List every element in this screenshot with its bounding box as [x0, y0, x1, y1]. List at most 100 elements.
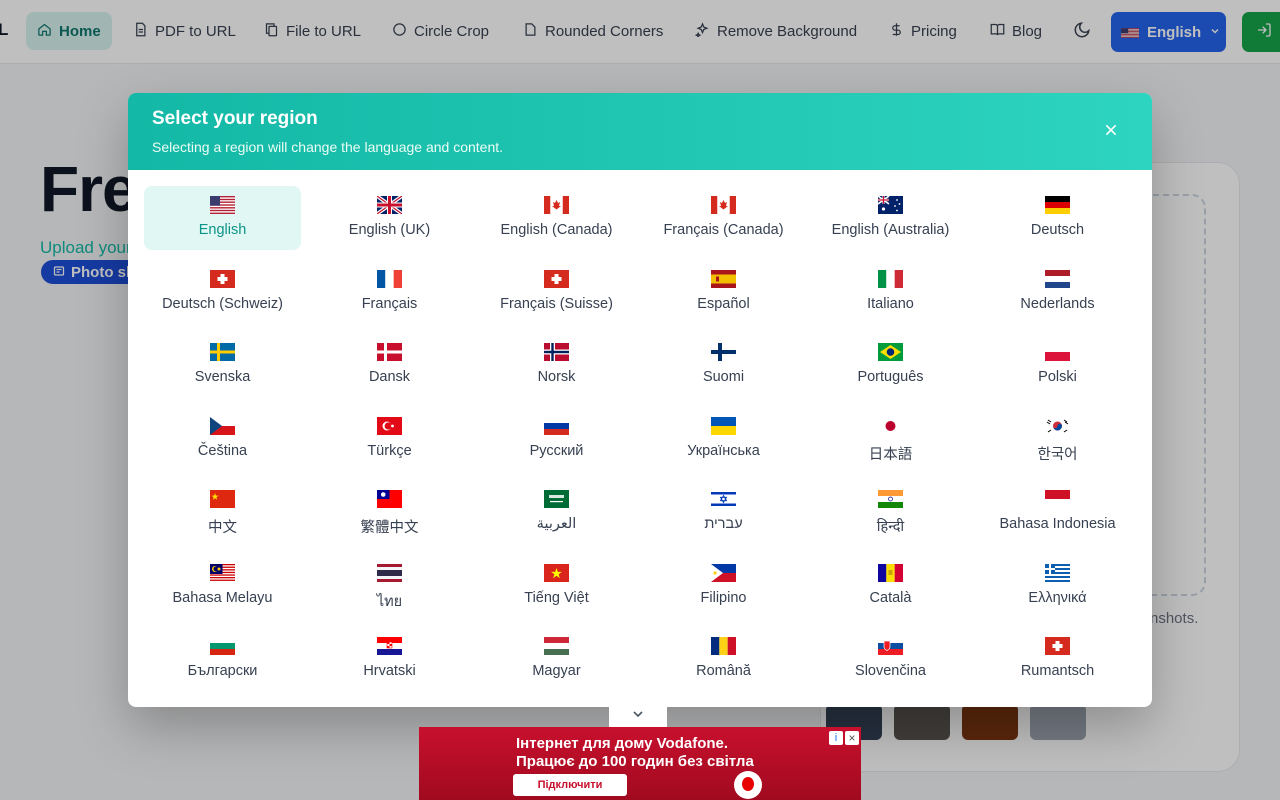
region-option-label: Rumantsch: [1020, 663, 1095, 679]
kr-flag-icon: [1045, 416, 1070, 435]
region-option-th[interactable]: ไทย: [311, 554, 468, 618]
region-option-fi[interactable]: Suomi: [645, 333, 802, 397]
region-option-label: Hrvatski: [363, 663, 416, 679]
region-option-ca[interactable]: Français (Canada): [645, 186, 802, 250]
region-option-my[interactable]: Bahasa Melayu: [144, 554, 301, 618]
region-option-label: Deutsch (Schweiz): [162, 295, 283, 312]
region-option-ph[interactable]: Filipino: [645, 554, 802, 618]
region-option-uk[interactable]: English (UK): [311, 186, 468, 250]
region-option-pl[interactable]: Polski: [979, 333, 1136, 397]
bg-flag-icon: [210, 637, 235, 655]
region-option-vn[interactable]: Tiếng Việt: [478, 554, 635, 618]
region-option-hu[interactable]: Magyar: [478, 627, 635, 691]
pl-flag-icon: [1045, 343, 1070, 361]
no-flag-icon: [544, 343, 569, 361]
region-option-ro[interactable]: Română: [645, 627, 802, 691]
it-flag-icon: [878, 269, 903, 288]
region-option-tr[interactable]: Türkçe: [311, 407, 468, 471]
region-option-it[interactable]: Italiano: [812, 260, 969, 324]
region-option-label: Suomi: [702, 369, 745, 385]
region-option-tw[interactable]: 繁體中文: [311, 480, 468, 544]
region-option-label: English (Australia): [831, 222, 950, 238]
region-option-ua[interactable]: Українська: [645, 407, 802, 471]
region-option-dk[interactable]: Dansk: [311, 333, 468, 397]
ca-flag-icon: [711, 196, 736, 214]
chevron-down-icon: [630, 706, 646, 727]
region-option-il[interactable]: עברית: [645, 480, 802, 544]
region-option-label: English: [198, 222, 247, 238]
sa-flag-icon: [544, 490, 569, 508]
region-option-de[interactable]: Deutsch: [979, 186, 1136, 250]
dk-flag-icon: [377, 343, 402, 361]
region-option-ch[interactable]: Rumantsch: [979, 627, 1136, 691]
region-option-cz[interactable]: Čeština: [144, 407, 301, 471]
region-option-jp[interactable]: 日本語: [812, 407, 969, 471]
region-option-ru[interactable]: Русский: [478, 407, 635, 471]
ca-flag-icon: [544, 196, 569, 214]
region-option-es[interactable]: Español: [645, 260, 802, 324]
region-option-kr[interactable]: 한국어: [979, 407, 1136, 471]
region-option-hr[interactable]: Hrvatski: [311, 627, 468, 691]
info-icon[interactable]: i: [829, 731, 843, 745]
br-flag-icon: [878, 343, 903, 361]
region-select-modal: Select your region Selecting a region wi…: [128, 93, 1152, 707]
region-option-sa[interactable]: العربية: [478, 480, 635, 544]
ch-flag-icon: [1045, 637, 1070, 655]
vodafone-logo-icon: [734, 771, 762, 799]
region-option-nl[interactable]: Nederlands: [979, 260, 1136, 324]
region-option-se[interactable]: Svenska: [144, 333, 301, 397]
region-option-label: Italiano: [867, 295, 914, 312]
region-option-label: हिन्दी: [876, 519, 905, 535]
region-grid: English English (UK) English (Canada) Franç…: [144, 186, 1136, 691]
region-option-ch[interactable]: Français (Suisse): [478, 260, 635, 324]
region-option-sk[interactable]: Slovenčina: [812, 627, 969, 691]
region-option-label: Français: [361, 295, 418, 312]
region-option-label: Español: [697, 295, 750, 312]
region-option-label: Русский: [529, 442, 584, 459]
region-option-label: Français (Canada): [663, 222, 784, 238]
ad-cta-button[interactable]: Підключити: [513, 774, 627, 796]
region-option-fr[interactable]: Français: [311, 260, 468, 324]
region-option-cn[interactable]: 中文: [144, 480, 301, 544]
region-option-ch[interactable]: Deutsch (Schweiz): [144, 260, 301, 324]
region-option-label: ไทย: [376, 593, 403, 610]
se-flag-icon: [210, 343, 235, 361]
region-option-label: Български: [187, 663, 258, 679]
region-option-label: Català: [869, 589, 912, 606]
fi-flag-icon: [711, 343, 736, 361]
region-option-in[interactable]: हिन्दी: [812, 480, 969, 544]
region-option-label: Português: [857, 369, 924, 385]
region-option-gr[interactable]: Ελληνικά: [979, 554, 1136, 618]
modal-close-button[interactable]: [1100, 121, 1122, 143]
region-option-label: Türkçe: [367, 442, 412, 459]
region-option-label: עברית: [704, 516, 743, 532]
region-option-label: Français (Suisse): [500, 295, 613, 312]
ad-banner[interactable]: Інтернет для дому Vodafone. Працює до 10…: [419, 727, 861, 800]
ad-collapse-button[interactable]: [609, 703, 667, 729]
tw-flag-icon: [377, 490, 402, 508]
ph-flag-icon: [711, 563, 736, 582]
region-option-id[interactable]: Bahasa Indonesia: [979, 480, 1136, 544]
region-option-label: Polski: [1038, 369, 1077, 385]
region-option-bg[interactable]: Български: [144, 627, 301, 691]
ua-flag-icon: [711, 416, 736, 435]
region-option-label: العربية: [536, 516, 577, 532]
in-flag-icon: [878, 490, 903, 508]
region-option-label: Svenska: [194, 369, 251, 385]
vn-flag-icon: [544, 563, 569, 582]
region-option-no[interactable]: Norsk: [478, 333, 635, 397]
region-option-us[interactable]: English: [144, 186, 301, 250]
cz-flag-icon: [210, 416, 235, 435]
region-option-ca[interactable]: English (Canada): [478, 186, 635, 250]
modal-title: Select your region: [152, 108, 318, 129]
region-option-ad[interactable]: Català: [812, 554, 969, 618]
region-option-label: Magyar: [532, 663, 581, 679]
region-option-label: Bahasa Melayu: [172, 589, 273, 606]
region-option-br[interactable]: Português: [812, 333, 969, 397]
ad-flag-icon: [878, 563, 903, 582]
de-flag-icon: [1045, 196, 1070, 214]
ad-close-icon[interactable]: ×: [845, 731, 859, 745]
cn-flag-icon: [210, 490, 235, 508]
region-option-label: Ελληνικά: [1028, 589, 1087, 606]
region-option-au[interactable]: English (Australia): [812, 186, 969, 250]
